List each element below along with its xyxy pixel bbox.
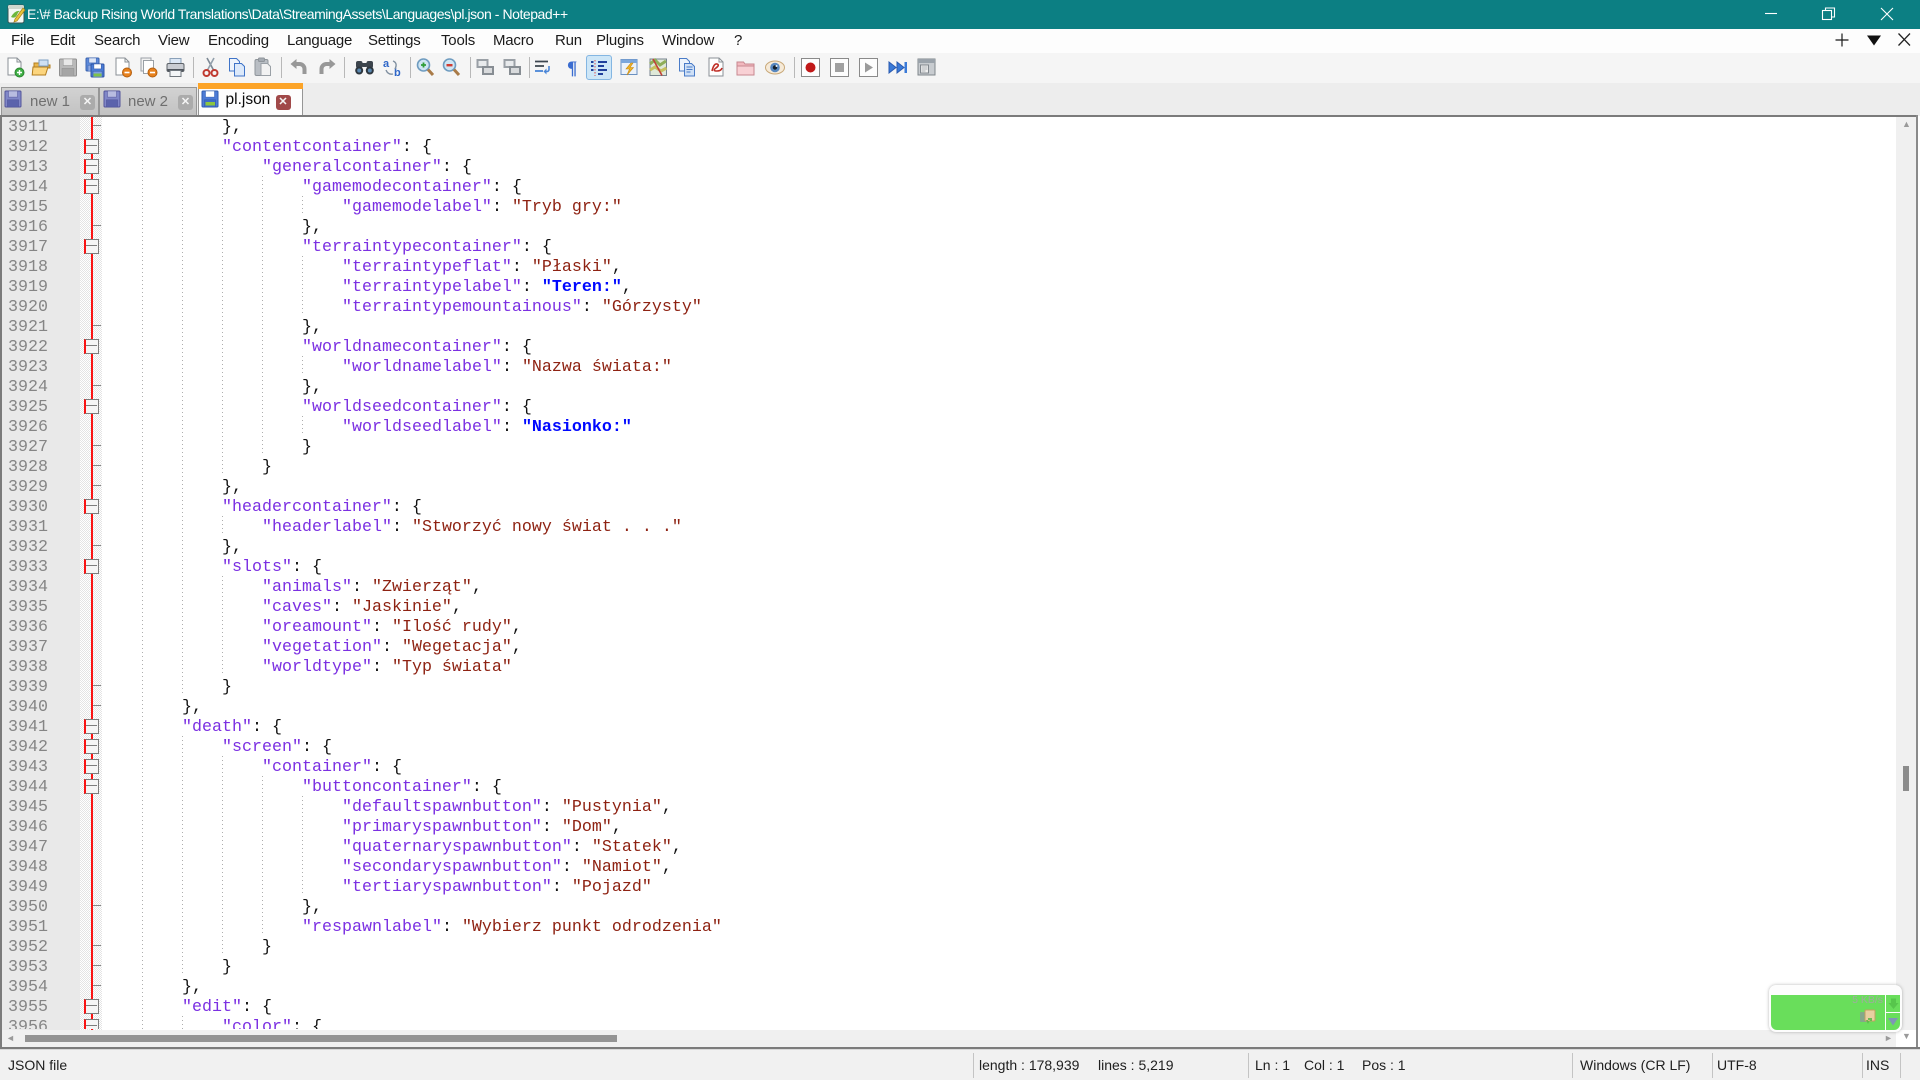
svg-text:a: a <box>383 58 390 70</box>
svg-text:¶: ¶ <box>567 58 577 78</box>
